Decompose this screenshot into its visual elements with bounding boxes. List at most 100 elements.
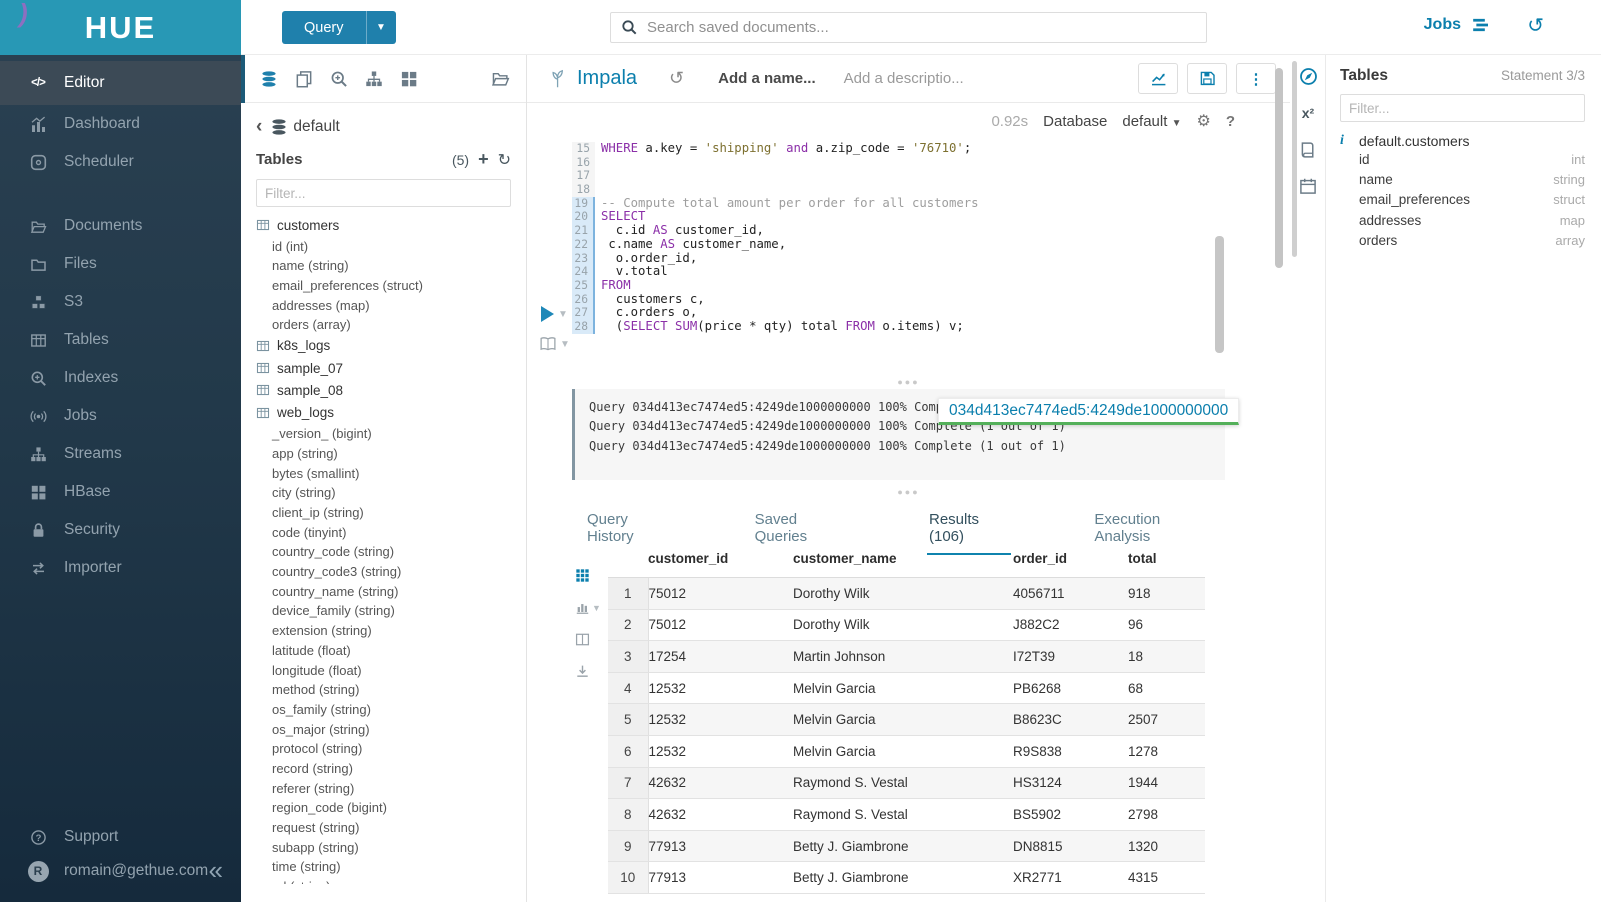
presentation-mode-button[interactable]: ▼ bbox=[539, 335, 570, 353]
tree-item[interactable]: protocol (string) bbox=[256, 739, 526, 759]
right-filter-input[interactable] bbox=[1340, 94, 1585, 122]
table-row[interactable]: 5 12532 Melvin Garcia B8623C 2507 bbox=[608, 704, 1205, 736]
tree-item[interactable]: orders (array) bbox=[256, 315, 526, 335]
query-description-field[interactable]: Add a descriptio... bbox=[844, 70, 964, 87]
download-icon[interactable] bbox=[575, 664, 601, 679]
table-row[interactable]: 7 42632 Raymond S. Vestal HS3124 1944 bbox=[608, 767, 1205, 799]
tree-item[interactable]: web_logs bbox=[256, 402, 526, 424]
panel-resize-handle[interactable] bbox=[1292, 61, 1297, 257]
database-assist-icon[interactable] bbox=[260, 70, 278, 88]
tree-item[interactable]: client_ip (string) bbox=[256, 503, 526, 523]
sidebar-item[interactable]: Streams bbox=[0, 435, 241, 473]
tree-item[interactable]: region_code (bigint) bbox=[256, 798, 526, 818]
sidebar-item[interactable]: S3 bbox=[0, 283, 241, 321]
table-row[interactable]: 6 12532 Melvin Garcia R9S838 1278 bbox=[608, 735, 1205, 767]
open-folder-icon[interactable] bbox=[491, 69, 510, 88]
sidebar-item[interactable]: </> Editor bbox=[0, 61, 241, 105]
schema-column[interactable]: addresses map bbox=[1340, 210, 1585, 230]
query-name-field[interactable]: Add a name... bbox=[718, 70, 816, 87]
breadcrumb-database[interactable]: default bbox=[293, 118, 340, 136]
sql-editor[interactable]: 15 WHERE a.key = 'shipping' and a.zip_co… bbox=[572, 142, 1290, 334]
schema-table[interactable]: i default.customers bbox=[1340, 133, 1585, 149]
tree-item[interactable]: k8s_logs bbox=[256, 335, 526, 357]
column-header[interactable]: customer_name bbox=[793, 542, 1013, 578]
tree-item[interactable]: url (string) bbox=[256, 877, 526, 884]
sitemap-icon[interactable] bbox=[365, 70, 383, 88]
sidebar-item[interactable]: Dashboard bbox=[0, 105, 241, 143]
sidebar-item[interactable]: Documents bbox=[0, 207, 241, 245]
sidebar-item-user[interactable]: R romain@gethue.com bbox=[0, 854, 241, 888]
table-row[interactable]: 8 42632 Raymond S. Vestal BS5902 2798 bbox=[608, 799, 1205, 831]
tree-item[interactable]: country_code (string) bbox=[256, 542, 526, 562]
search-plus-icon[interactable] bbox=[330, 70, 348, 88]
tree-item[interactable]: sample_08 bbox=[256, 379, 526, 401]
explorer-compass-icon[interactable] bbox=[1290, 67, 1326, 86]
table-row[interactable]: 9 77913 Betty J. Giambrone DN8815 1320 bbox=[608, 830, 1205, 862]
tree-item[interactable]: request (string) bbox=[256, 818, 526, 838]
jobs-link[interactable]: Jobs bbox=[1424, 16, 1488, 34]
resize-handle[interactable]: ●●● bbox=[527, 377, 1290, 387]
run-caret-icon[interactable]: ▼ bbox=[558, 309, 568, 320]
sidebar-item[interactable]: Tables bbox=[0, 321, 241, 359]
settings-gear-icon[interactable]: ⚙ bbox=[1196, 111, 1210, 131]
documents-assist-icon[interactable] bbox=[295, 70, 313, 88]
tree-item[interactable]: device_family (string) bbox=[256, 601, 526, 621]
resize-handle[interactable]: ●●● bbox=[527, 487, 1290, 497]
tree-item[interactable]: method (string) bbox=[256, 680, 526, 700]
schema-column[interactable]: name string bbox=[1340, 169, 1585, 189]
tree-item[interactable]: longitude (float) bbox=[256, 660, 526, 680]
tree-item[interactable]: os_major (string) bbox=[256, 719, 526, 739]
sidebar-item[interactable]: Files bbox=[0, 245, 241, 283]
tree-item[interactable]: addresses (map) bbox=[256, 295, 526, 315]
table-row[interactable]: 1 75012 Dorothy Wilk 4056711 918 bbox=[608, 578, 1205, 610]
add-table-icon[interactable]: + bbox=[478, 149, 489, 170]
column-header[interactable]: customer_id bbox=[648, 542, 793, 578]
tree-item[interactable]: bytes (smallint) bbox=[256, 463, 526, 483]
columns-view-icon[interactable] bbox=[575, 632, 601, 647]
table-row[interactable]: 10 77913 Betty J. Giambrone XR2771 4315 bbox=[608, 862, 1205, 894]
schema-column[interactable]: email_preferences struct bbox=[1340, 190, 1585, 210]
tree-item[interactable]: extension (string) bbox=[256, 621, 526, 641]
sidebar-item-support[interactable]: ? Support bbox=[0, 820, 241, 854]
tree-item[interactable]: os_family (string) bbox=[256, 700, 526, 720]
new-query-button[interactable]: Query ▼ bbox=[282, 11, 396, 44]
more-actions-button[interactable]: ⋮ bbox=[1236, 63, 1276, 94]
tree-item[interactable]: referer (string) bbox=[256, 778, 526, 798]
tree-item[interactable]: customers bbox=[256, 214, 526, 236]
chart-view-icon[interactable]: ▼ bbox=[575, 600, 601, 615]
table-filter-input[interactable] bbox=[256, 179, 511, 207]
sidebar-item[interactable]: Importer bbox=[0, 549, 241, 587]
sidebar-item[interactable]: Scheduler bbox=[0, 143, 241, 181]
sidebar-item[interactable]: HBase bbox=[0, 473, 241, 511]
query-id-popup[interactable]: 034d413ec7474ed5:4249de1000000000 bbox=[938, 398, 1239, 425]
sidebar-item[interactable]: Indexes bbox=[0, 359, 241, 397]
code-scrollbar[interactable] bbox=[1215, 236, 1224, 353]
engine-name[interactable]: Impala bbox=[577, 67, 637, 90]
tree-item[interactable]: record (string) bbox=[256, 759, 526, 779]
database-selector[interactable]: default ▼ bbox=[1122, 113, 1181, 130]
functions-icon[interactable]: x² bbox=[1290, 105, 1326, 121]
sidebar-item[interactable]: Jobs bbox=[0, 397, 241, 435]
tree-item[interactable]: time (string) bbox=[256, 857, 526, 877]
main-scrollbar[interactable] bbox=[1275, 68, 1283, 268]
back-chevron-icon[interactable]: ‹ bbox=[256, 116, 262, 138]
query-caret-icon[interactable]: ▼ bbox=[366, 11, 396, 44]
apps-grid-icon[interactable] bbox=[400, 70, 418, 88]
schema-column[interactable]: id int bbox=[1340, 149, 1585, 169]
column-header[interactable]: total bbox=[1128, 542, 1205, 578]
tree-item[interactable]: _version_ (bigint) bbox=[256, 424, 526, 444]
column-header[interactable]: order_id bbox=[1013, 542, 1128, 578]
tree-item[interactable]: email_preferences (struct) bbox=[256, 276, 526, 296]
chart-button[interactable] bbox=[1138, 63, 1178, 94]
history-icon[interactable]: ↺ bbox=[1527, 13, 1544, 38]
tree-item[interactable]: subapp (string) bbox=[256, 837, 526, 857]
tree-item[interactable]: country_code3 (string) bbox=[256, 562, 526, 582]
tree-item[interactable]: city (string) bbox=[256, 483, 526, 503]
grid-view-icon[interactable] bbox=[575, 568, 601, 583]
query-history-icon[interactable]: ↺ bbox=[669, 68, 684, 89]
tree-item[interactable]: code (tinyint) bbox=[256, 522, 526, 542]
tree-item[interactable]: sample_07 bbox=[256, 357, 526, 379]
tree-item[interactable]: country_name (string) bbox=[256, 581, 526, 601]
table-row[interactable]: 4 12532 Melvin Garcia PB6268 68 bbox=[608, 672, 1205, 704]
search-input[interactable] bbox=[647, 19, 1196, 36]
